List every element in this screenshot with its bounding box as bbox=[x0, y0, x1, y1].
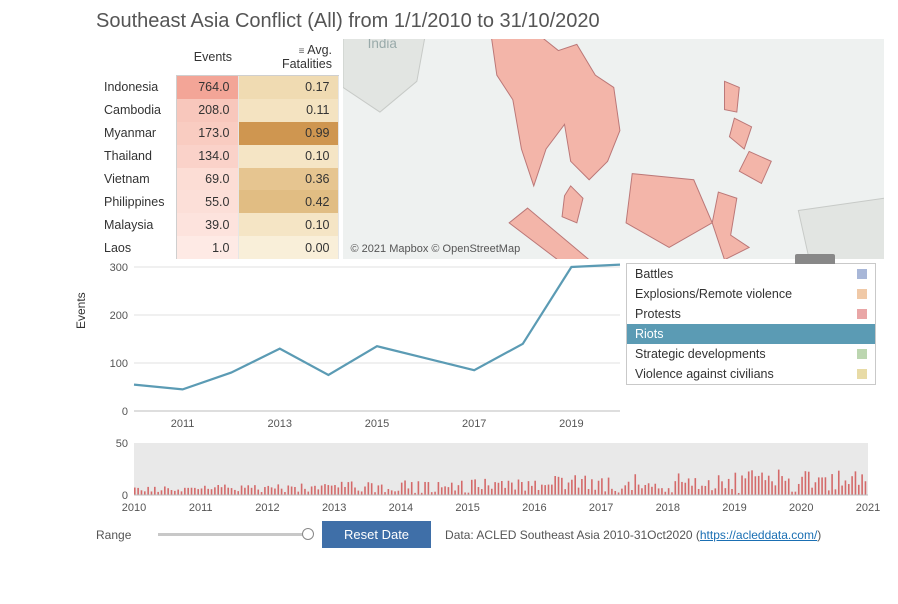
svg-text:300: 300 bbox=[110, 262, 128, 274]
svg-text:2018: 2018 bbox=[656, 502, 680, 514]
svg-text:India: India bbox=[367, 39, 397, 51]
data-source: Data: ACLED Southeast Asia 2010-31Oct202… bbox=[445, 528, 821, 542]
col-fatalities[interactable]: ≡ Avg. Fatalities bbox=[238, 39, 338, 76]
table-row[interactable]: Thailand 134.0 0.10 bbox=[96, 145, 338, 168]
svg-text:2011: 2011 bbox=[189, 502, 213, 514]
country-table: Events ≡ Avg. Fatalities Indonesia 764.0… bbox=[96, 39, 339, 259]
svg-text:0: 0 bbox=[122, 406, 128, 418]
range-slider[interactable] bbox=[158, 533, 308, 536]
svg-text:2019: 2019 bbox=[559, 418, 583, 430]
svg-text:2013: 2013 bbox=[322, 502, 346, 514]
table-row[interactable]: Cambodia 208.0 0.11 bbox=[96, 99, 338, 122]
table-row[interactable]: Indonesia 764.0 0.17 bbox=[96, 76, 338, 99]
table-row[interactable]: Myanmar 173.0 0.99 bbox=[96, 122, 338, 145]
table-row[interactable]: Laos 1.0 0.00 bbox=[96, 236, 338, 259]
svg-text:2011: 2011 bbox=[171, 418, 195, 430]
legend[interactable]: BattlesExplosions/Remote violenceProtest… bbox=[626, 263, 876, 385]
table-row[interactable]: Malaysia 39.0 0.10 bbox=[96, 213, 338, 236]
legend-item[interactable]: Riots bbox=[627, 324, 875, 344]
svg-text:2017: 2017 bbox=[462, 418, 486, 430]
table-row[interactable]: Philippines 55.0 0.42 bbox=[96, 190, 338, 213]
time-brush[interactable]: 0 50 2010 2011 2012 2013 2014 2015 2016 2017 2018 2… bbox=[96, 439, 884, 515]
svg-text:50: 50 bbox=[116, 439, 128, 450]
source-link[interactable]: https://acleddata.com/ bbox=[700, 528, 817, 542]
svg-text:2019: 2019 bbox=[722, 502, 746, 514]
svg-text:2015: 2015 bbox=[365, 418, 389, 430]
legend-item[interactable]: Violence against civilians bbox=[627, 364, 875, 384]
svg-text:2021: 2021 bbox=[856, 502, 880, 514]
legend-item[interactable]: Explosions/Remote violence bbox=[627, 284, 875, 304]
legend-item[interactable]: Battles bbox=[627, 264, 875, 284]
map-attribution: © 2021 Mapbox © OpenStreetMap bbox=[351, 243, 521, 255]
y-axis-label: Events bbox=[74, 292, 88, 329]
svg-text:200: 200 bbox=[110, 310, 128, 322]
svg-text:0: 0 bbox=[122, 490, 128, 502]
legend-handle-icon[interactable] bbox=[795, 254, 835, 264]
legend-item[interactable]: Protests bbox=[627, 304, 875, 324]
table-row[interactable]: Vietnam 69.0 0.36 bbox=[96, 168, 338, 191]
svg-text:2013: 2013 bbox=[268, 418, 292, 430]
svg-text:2017: 2017 bbox=[589, 502, 613, 514]
svg-text:2014: 2014 bbox=[389, 502, 413, 514]
map[interactable]: India © 2021 Mapbox © OpenStreetMap bbox=[343, 39, 885, 259]
slider-thumb[interactable] bbox=[302, 528, 314, 540]
svg-text:2012: 2012 bbox=[255, 502, 279, 514]
sort-icon: ≡ bbox=[294, 46, 304, 57]
svg-text:2020: 2020 bbox=[789, 502, 813, 514]
svg-text:2010: 2010 bbox=[122, 502, 146, 514]
range-label: Range bbox=[96, 528, 144, 542]
reset-date-button[interactable]: Reset Date bbox=[322, 521, 431, 548]
svg-text:100: 100 bbox=[110, 358, 128, 370]
legend-item[interactable]: Strategic developments bbox=[627, 344, 875, 364]
svg-text:2015: 2015 bbox=[455, 502, 479, 514]
col-events[interactable]: Events bbox=[176, 39, 238, 76]
svg-text:2016: 2016 bbox=[522, 502, 546, 514]
page-title: Southeast Asia Conflict (All) from 1/1/2… bbox=[0, 0, 898, 39]
